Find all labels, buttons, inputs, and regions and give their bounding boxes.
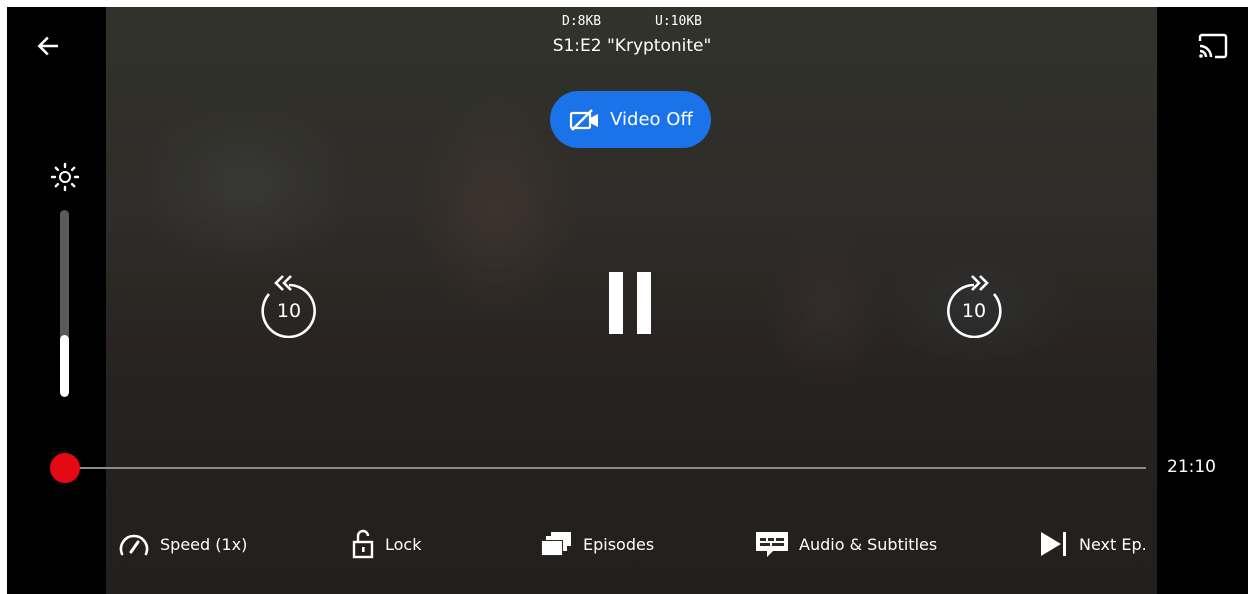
lock-button[interactable]: Lock xyxy=(351,527,421,561)
next-episode-icon xyxy=(1041,532,1066,556)
time-remaining: 21:10 xyxy=(1167,457,1216,477)
video-off-label: Video Off xyxy=(610,109,693,130)
pause-icon xyxy=(609,272,651,334)
episode-title: S1:E2 "Kryptonite" xyxy=(552,36,712,56)
cast-icon xyxy=(1198,33,1228,59)
subtitles-icon xyxy=(756,532,788,557)
rewind-seconds: 10 xyxy=(276,300,302,322)
download-stat: D:8KB xyxy=(562,14,602,29)
back-button[interactable] xyxy=(31,29,65,63)
upload-stat: U:10KB xyxy=(655,14,702,29)
video-off-button[interactable]: Video Off xyxy=(550,91,711,148)
brightness-slider-fill xyxy=(60,335,69,397)
seek-thumb[interactable] xyxy=(50,453,80,483)
cast-button[interactable] xyxy=(1195,29,1231,63)
audio-subtitles-label: Audio & Subtitles xyxy=(799,534,938,554)
speedometer-icon xyxy=(119,534,149,556)
arrow-left-icon xyxy=(37,36,58,56)
forward-10-button[interactable]: 10 xyxy=(942,270,1006,338)
seek-bar[interactable] xyxy=(65,467,1146,469)
brightness-slider[interactable] xyxy=(60,210,69,397)
pause-button[interactable] xyxy=(607,272,655,334)
speed-label: Speed (1x) xyxy=(160,534,248,554)
rewind-10-button[interactable]: 10 xyxy=(257,270,321,338)
forward-seconds: 10 xyxy=(961,300,987,322)
next-episode-label: Next Ep. xyxy=(1079,534,1147,554)
speed-button[interactable]: Speed (1x) xyxy=(118,527,247,561)
episodes-label: Episodes xyxy=(583,534,655,554)
episodes-button[interactable]: Episodes xyxy=(539,527,654,561)
player-frame: D:8KB U:10KB S1:E2 "Kryptonite" Video Of… xyxy=(7,7,1248,594)
brightness-icon xyxy=(50,162,80,192)
next-episode-button[interactable]: Next Ep. xyxy=(1039,527,1147,561)
episodes-icon xyxy=(541,532,571,556)
audio-subtitles-button[interactable]: Audio & Subtitles xyxy=(755,527,937,561)
video-off-icon xyxy=(570,108,599,131)
network-stats: D:8KB U:10KB xyxy=(562,14,702,29)
lock-open-icon xyxy=(352,529,374,559)
lock-label: Lock xyxy=(385,534,422,554)
